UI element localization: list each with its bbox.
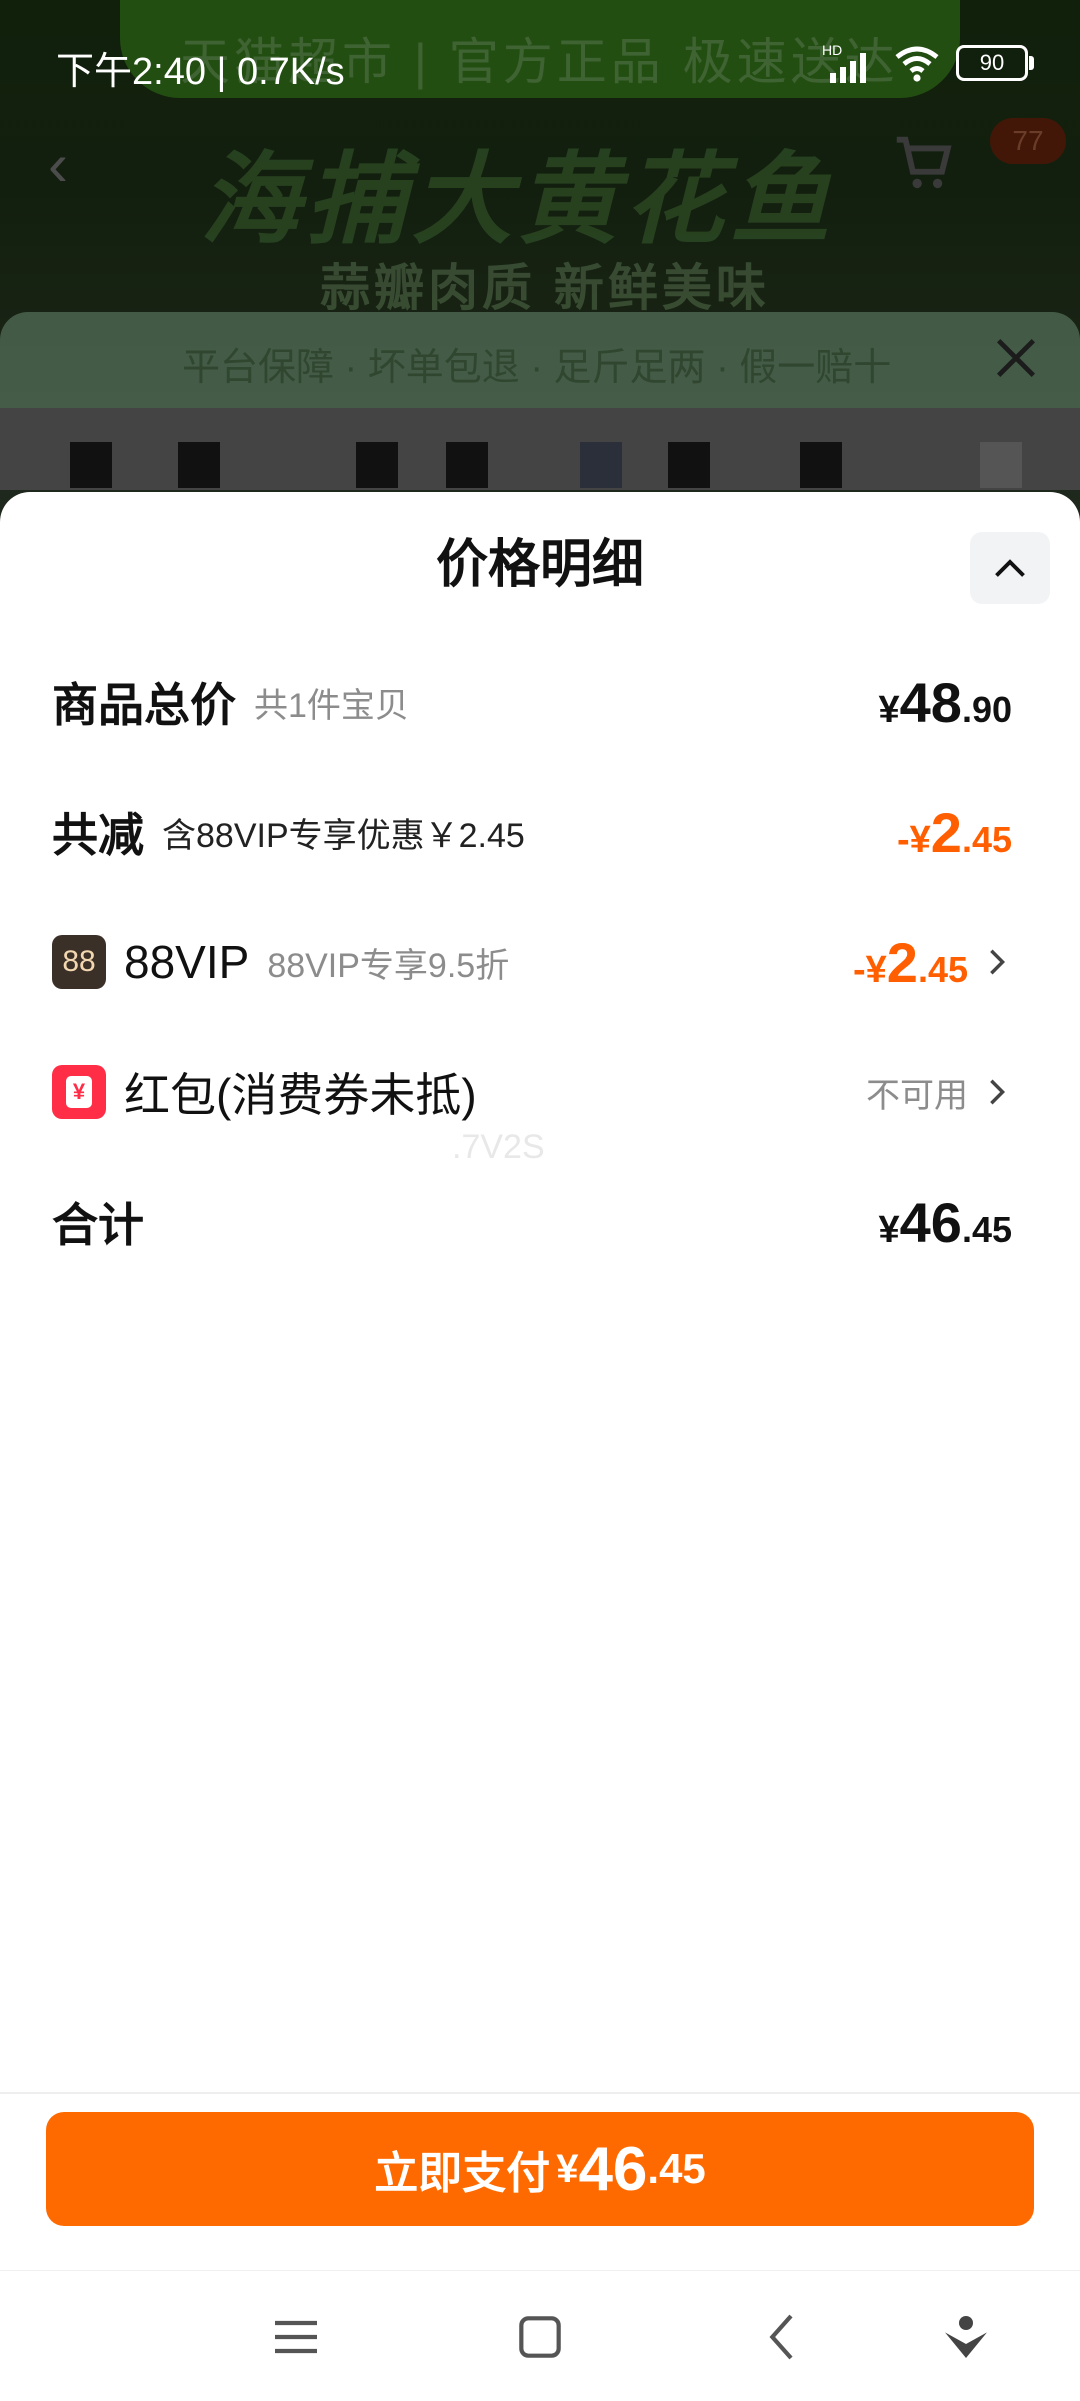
discount-note: 含88VIP专享优惠￥2.45 bbox=[162, 816, 525, 855]
pay-amount-int: 46 bbox=[578, 2134, 648, 2204]
red-packet-label: 红包(消费券未抵) bbox=[124, 1069, 477, 1121]
vip-label: 88VIP bbox=[124, 936, 250, 988]
total-discount-label: 共减 bbox=[52, 809, 144, 861]
grand-total-price: ¥46.45 bbox=[878, 1190, 1012, 1254]
red-packet-status: 不可用 bbox=[866, 1076, 968, 1115]
item-count-note: 共1件宝贝 bbox=[254, 686, 409, 725]
wifi-icon bbox=[895, 46, 939, 82]
goods-total-row: 商品总价 共1件宝贝 ¥48.90 bbox=[52, 666, 1012, 738]
assistant-icon[interactable] bbox=[938, 2309, 994, 2365]
vip-88-icon: 88 bbox=[52, 935, 106, 989]
grand-total-row: 合计 ¥46.45 bbox=[52, 1186, 1012, 1258]
watermark-text: .7V2S bbox=[452, 1128, 545, 1166]
sheet-title: 价格明细 bbox=[435, 536, 644, 594]
goods-total-price: ¥48.90 bbox=[878, 670, 1012, 734]
pay-amount-dec: .45 bbox=[647, 2145, 706, 2192]
guarantee-text: 平台保障 · 坏单包退 · 足斤足两 · 假一赔十 bbox=[182, 347, 892, 389]
pay-currency: ¥ bbox=[556, 2146, 579, 2191]
status-bar: 下午2:40 | 0.7K/s HD 90 bbox=[0, 0, 1080, 118]
signal-icon: HD bbox=[822, 42, 866, 83]
chevron-up-icon bbox=[995, 559, 1025, 577]
close-icon[interactable] bbox=[990, 332, 1042, 384]
red-packet-icon-glyph: ¥ bbox=[66, 1076, 92, 1108]
chevron-right-icon bbox=[990, 949, 1006, 975]
signal-hd-label: HD bbox=[822, 42, 842, 58]
pay-now-label: 立即支付 bbox=[374, 2149, 551, 2198]
total-discount-price: -¥2.45 bbox=[897, 800, 1012, 864]
menu-icon[interactable] bbox=[268, 2309, 324, 2365]
back-icon[interactable] bbox=[756, 2309, 812, 2365]
vip-discount-price: -¥2.45 bbox=[853, 930, 968, 994]
vip-note: 88VIP专享9.5折 bbox=[267, 946, 510, 985]
red-packet-icon: ¥ bbox=[52, 1065, 106, 1119]
system-nav-bar bbox=[0, 2270, 1080, 2401]
grand-total-label: 合计 bbox=[52, 1199, 144, 1251]
product-thumbnail-strip bbox=[0, 408, 1080, 490]
collapse-button[interactable] bbox=[970, 532, 1050, 604]
battery-icon: 90 bbox=[956, 45, 1034, 81]
chevron-right-icon bbox=[990, 1079, 1006, 1105]
home-icon[interactable] bbox=[512, 2309, 568, 2365]
status-time: 下午2:40 | 0.7K/s bbox=[56, 51, 345, 93]
pay-now-button[interactable]: 立即支付 ¥ 46 .45 bbox=[46, 2112, 1034, 2226]
vip-discount-row[interactable]: 88 88VIP 88VIP专享9.5折 -¥2.45 bbox=[52, 926, 1012, 998]
bottom-divider bbox=[0, 2092, 1080, 2094]
guarantee-banner: 平台保障 · 坏单包退 · 足斤足两 · 假一赔十 bbox=[0, 312, 1080, 408]
goods-total-label: 商品总价 bbox=[52, 679, 236, 731]
red-packet-row[interactable]: ¥ 红包(消费券未抵) 不可用 bbox=[52, 1056, 1012, 1128]
total-discount-row: 共减 含88VIP专享优惠￥2.45 -¥2.45 bbox=[52, 796, 1012, 868]
